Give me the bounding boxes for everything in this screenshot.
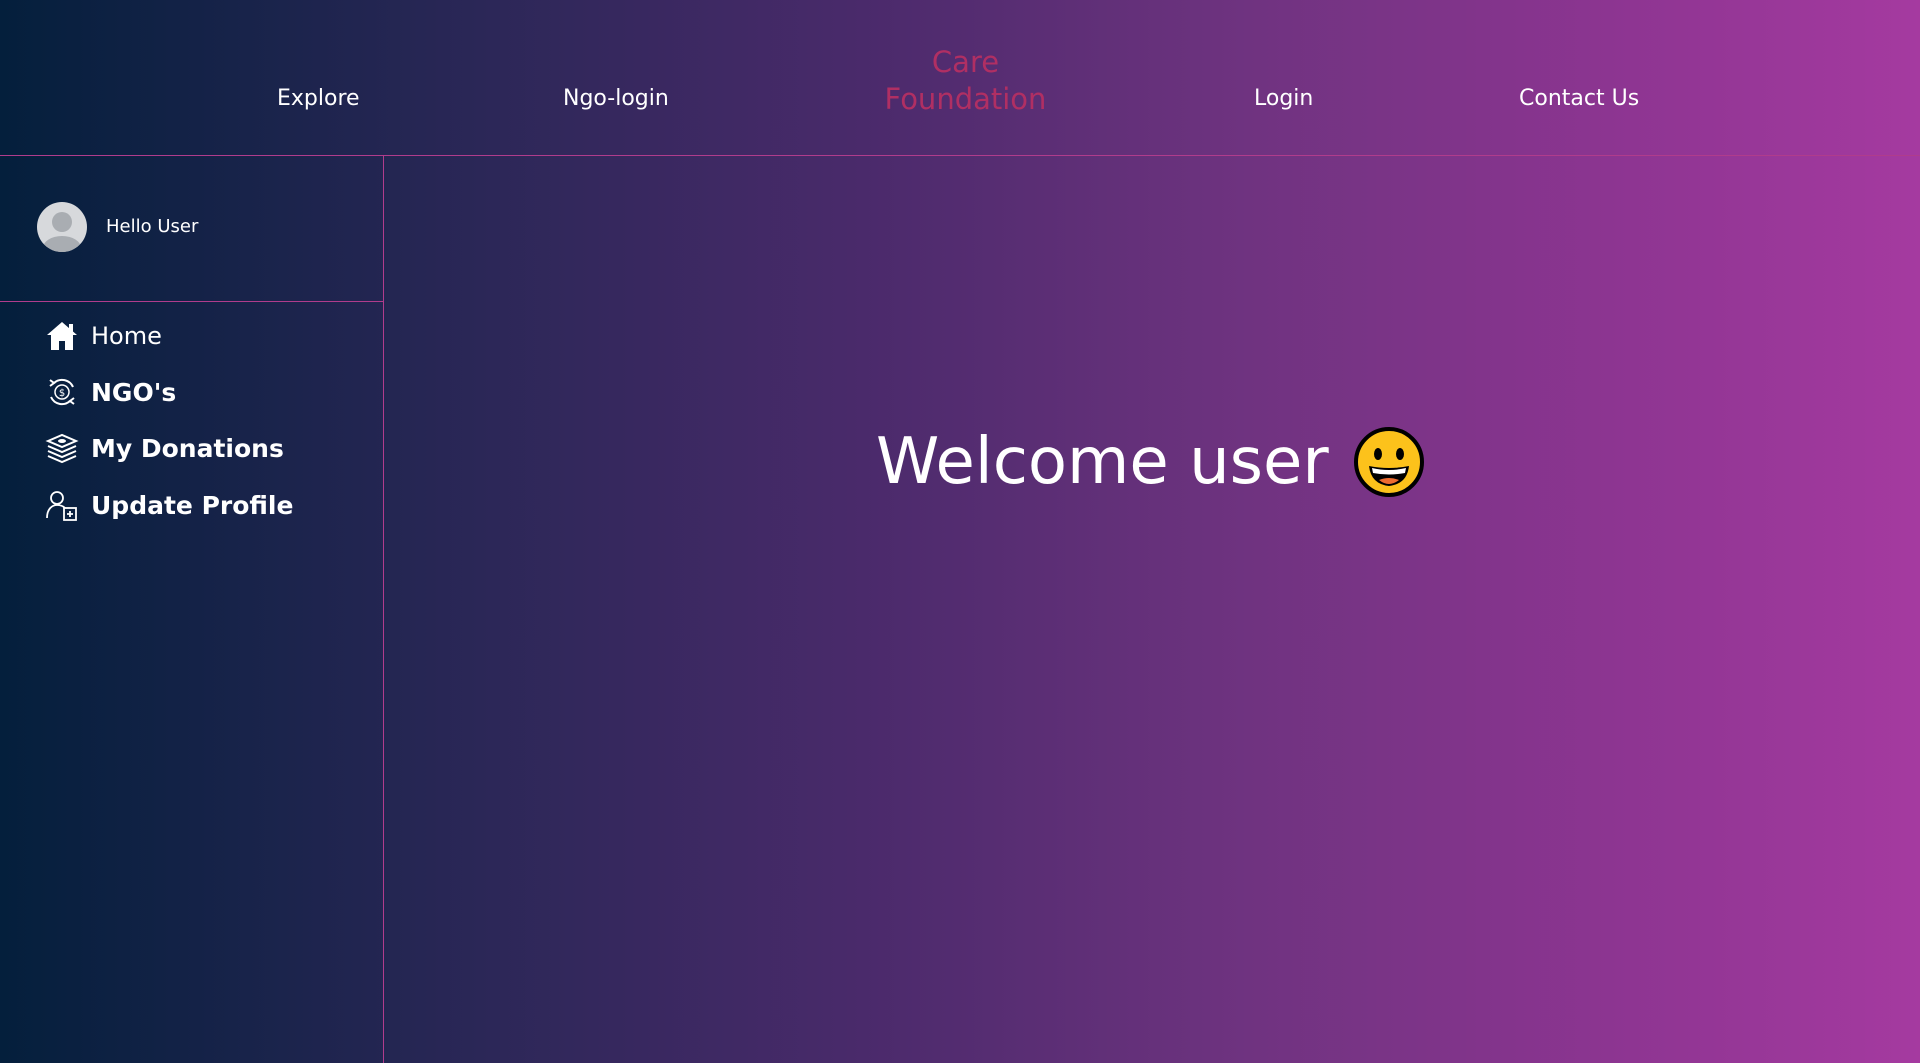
sidebar-item-label: Update Profile (91, 490, 294, 520)
nav-login-link[interactable]: Login (1254, 86, 1313, 111)
nav-contact-link[interactable]: Contact Us (1519, 86, 1639, 111)
home-icon (47, 322, 77, 350)
svg-text:$: $ (59, 388, 65, 399)
avatar[interactable] (37, 202, 87, 252)
sidebar: Hello User Home $ NGO's My Donations Upd… (0, 156, 384, 1063)
grinning-face-icon (1353, 427, 1424, 497)
top-navigation: Explore Ngo-login Care Foundation Login … (0, 0, 1920, 156)
sidebar-item-label: NGO's (91, 377, 177, 407)
nav-ngo-login-link[interactable]: Ngo-login (563, 86, 669, 111)
brand-logo-text[interactable]: Care Foundation (878, 44, 1053, 118)
brand-line-1: Care (931, 45, 1000, 79)
sidebar-item-ngos[interactable]: $ NGO's (45, 375, 176, 409)
sidebar-item-my-donations[interactable]: My Donations (45, 431, 284, 465)
user-add-icon (46, 491, 77, 521)
welcome-section: Welcome user (876, 425, 1425, 499)
sidebar-item-label: Home (91, 322, 162, 350)
sidebar-item-update-profile[interactable]: Update Profile (45, 488, 293, 522)
brand-line-2: Foundation (884, 82, 1047, 116)
sidebar-item-label: My Donations (91, 433, 284, 463)
welcome-heading: Welcome user (876, 425, 1329, 499)
donate-cycle-icon: $ (49, 378, 75, 406)
nav-explore-link[interactable]: Explore (277, 86, 360, 111)
money-stack-icon (45, 433, 79, 464)
greeting-text: Hello User (106, 216, 199, 237)
profile-section: Hello User (0, 156, 383, 302)
user-avatar-icon (43, 212, 81, 252)
sidebar-item-home[interactable]: Home (45, 319, 162, 353)
